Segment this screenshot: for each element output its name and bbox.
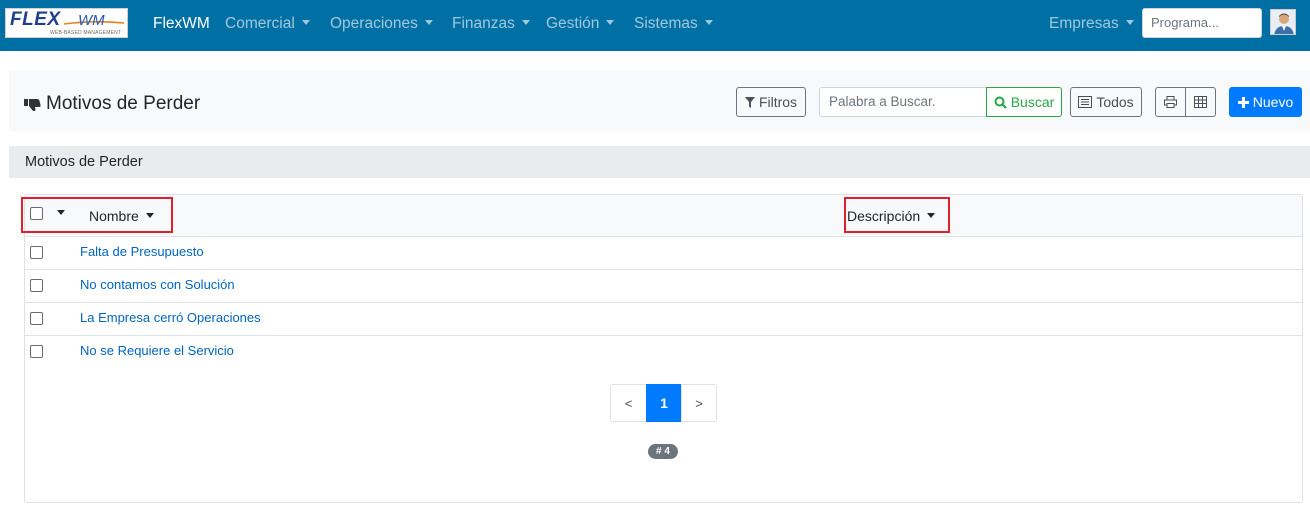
table-view-button[interactable] xyxy=(1185,87,1216,117)
logo-text-main: FLEX xyxy=(10,9,61,30)
logo-tagline: WEB-BASED MANAGEMENT xyxy=(50,30,122,36)
caret-down-icon xyxy=(301,19,310,25)
brand-link[interactable]: FlexWM xyxy=(153,15,210,33)
row-checkbox[interactable] xyxy=(30,312,43,325)
section-header xyxy=(9,146,1310,178)
plus-icon xyxy=(1237,96,1249,108)
menu-label: Empresas xyxy=(1049,15,1119,32)
menu-label: Comercial xyxy=(225,15,295,32)
column-label: Descripción xyxy=(847,208,921,224)
page-title-group: Motivos de Perder xyxy=(24,93,200,115)
menu-label: Sistemas xyxy=(634,15,698,32)
table-row-link[interactable]: Falta de Presupuesto xyxy=(80,244,204,259)
pagination-next[interactable]: > xyxy=(681,384,717,422)
select-all-checkbox[interactable] xyxy=(30,207,43,220)
caret-down-icon xyxy=(1125,19,1134,25)
column-header-descripcion[interactable]: Descripción xyxy=(847,208,936,224)
column-label: Nombre xyxy=(89,208,139,224)
program-search-input[interactable]: Programa... xyxy=(1142,8,1262,38)
row-checkbox[interactable] xyxy=(30,345,43,358)
row-divider xyxy=(25,335,1302,336)
flexwm-logo[interactable]: FLEX WM WEB-BASED MANAGEMENT xyxy=(5,8,128,38)
table-grid-icon xyxy=(1194,96,1207,108)
column-header-nombre[interactable]: Nombre xyxy=(89,208,154,224)
logo-text-suffix: WM xyxy=(78,12,105,29)
top-navbar: FLEX WM WEB-BASED MANAGEMENT FlexWM Come… xyxy=(0,0,1310,51)
user-avatar-icon xyxy=(1271,10,1295,34)
filters-button[interactable]: Filtros xyxy=(736,87,806,117)
row-divider xyxy=(25,302,1302,303)
all-button[interactable]: Todos xyxy=(1070,87,1142,117)
caret-down-icon xyxy=(606,19,615,25)
pagination-prev[interactable]: < xyxy=(610,384,647,422)
list-icon xyxy=(1078,96,1093,108)
page-title: Motivos de Perder xyxy=(46,93,201,114)
thumbs-down-icon xyxy=(24,98,41,111)
record-count-badge: # 4 xyxy=(648,444,678,459)
table-header-row xyxy=(25,195,1302,237)
sort-caret-icon xyxy=(145,213,154,219)
new-label: Nuevo xyxy=(1252,94,1294,110)
pagination-page-current[interactable]: 1 xyxy=(646,384,682,422)
print-icon xyxy=(1164,96,1177,108)
search-label: Buscar xyxy=(1010,94,1055,110)
bulk-actions-caret-icon[interactable] xyxy=(57,210,65,215)
section-title: Motivos de Perder xyxy=(25,154,143,170)
search-icon xyxy=(994,96,1007,109)
search-button[interactable]: Buscar xyxy=(986,87,1062,117)
sort-caret-icon xyxy=(927,213,936,219)
table-row-link[interactable]: No contamos con Solución xyxy=(80,277,235,292)
menu-empresas[interactable]: Empresas xyxy=(1049,15,1134,33)
filters-label: Filtros xyxy=(758,94,798,110)
menu-comercial[interactable]: Comercial xyxy=(225,15,310,33)
new-button[interactable]: Nuevo xyxy=(1229,87,1302,117)
menu-label: Gestión xyxy=(546,15,600,32)
table-row-link[interactable]: La Empresa cerró Operaciones xyxy=(80,310,261,325)
row-divider xyxy=(25,269,1302,270)
search-input[interactable]: Palabra a Buscar. xyxy=(819,87,987,117)
user-avatar[interactable] xyxy=(1270,9,1296,35)
caret-down-icon xyxy=(521,19,530,25)
print-button[interactable] xyxy=(1155,87,1186,117)
row-checkbox[interactable] xyxy=(30,279,43,292)
menu-sistemas[interactable]: Sistemas xyxy=(634,15,713,33)
menu-finanzas[interactable]: Finanzas xyxy=(452,15,530,33)
all-label: Todos xyxy=(1096,94,1134,110)
menu-label: Finanzas xyxy=(452,15,515,32)
filter-icon xyxy=(744,96,755,108)
menu-operaciones[interactable]: Operaciones xyxy=(330,15,433,33)
row-checkbox[interactable] xyxy=(30,246,43,259)
menu-gestion[interactable]: Gestión xyxy=(546,15,615,33)
menu-label: Operaciones xyxy=(330,15,418,32)
caret-down-icon xyxy=(424,19,433,25)
table-row-link[interactable]: No se Requiere el Servicio xyxy=(80,343,234,358)
caret-down-icon xyxy=(704,19,713,25)
